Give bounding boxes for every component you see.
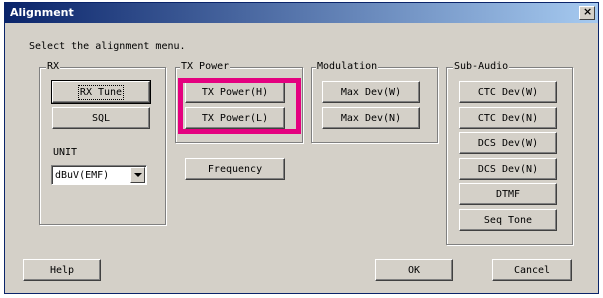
window-title: Alignment [10, 6, 74, 19]
rx-group-label: RX [46, 61, 61, 73]
dtmf-button[interactable]: DTMF [459, 183, 557, 205]
ok-button[interactable]: OK [375, 259, 453, 281]
tx-power-group-label: TX Power [180, 61, 231, 73]
cancel-button[interactable]: Cancel [492, 259, 572, 281]
rx-tune-button[interactable]: RX Tune [51, 80, 151, 104]
tx-power-low-button[interactable]: TX Power(L) [185, 107, 285, 129]
modulation-group-label: Modulation [316, 61, 379, 73]
sub-audio-group-label: Sub-Audio [453, 61, 510, 73]
dcs-dev-n-button[interactable]: DCS Dev(N) [459, 158, 557, 180]
unit-select-value: dBuV(EMF) [55, 170, 110, 181]
seq-tone-button[interactable]: Seq Tone [459, 209, 557, 231]
max-dev-n-button[interactable]: Max Dev(N) [322, 107, 420, 129]
dcs-dev-w-button[interactable]: DCS Dev(W) [459, 132, 557, 154]
close-button[interactable]: × [579, 5, 595, 20]
tx-power-group: TX Power [175, 61, 303, 143]
ctc-dev-n-button[interactable]: CTC Dev(N) [459, 107, 557, 129]
help-button[interactable]: Help [23, 259, 101, 281]
alignment-dialog: Alignment × Select the alignment menu. R… [4, 2, 599, 294]
title-bar[interactable]: Alignment × [5, 3, 598, 23]
max-dev-w-button[interactable]: Max Dev(W) [322, 81, 420, 103]
unit-select[interactable]: dBuV(EMF) [51, 165, 147, 185]
unit-label: UNIT [53, 147, 78, 158]
close-icon: × [583, 5, 593, 18]
modulation-group: Modulation [311, 61, 438, 143]
tx-power-high-button[interactable]: TX Power(H) [185, 81, 285, 103]
dropdown-arrow-icon[interactable] [130, 167, 145, 183]
ctc-dev-w-button[interactable]: CTC Dev(W) [459, 81, 557, 103]
sql-button[interactable]: SQL [52, 107, 150, 129]
instruction-text: Select the alignment menu. [29, 41, 186, 52]
frequency-button[interactable]: Frequency [185, 158, 285, 180]
